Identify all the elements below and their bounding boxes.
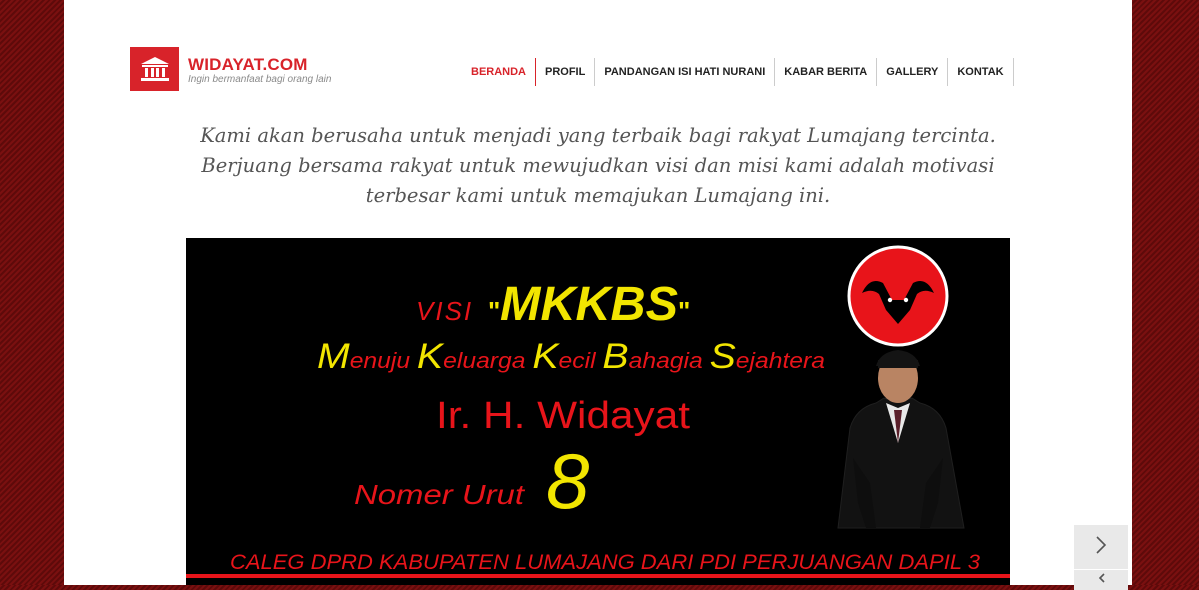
visi-word: MKKBS	[500, 278, 678, 331]
candidate-portrait	[837, 350, 965, 529]
nav-item-kabar-berita[interactable]: KABAR BERITA	[775, 58, 878, 86]
intro-line-1: Kami akan berusaha untuk menjadi yang te…	[200, 124, 996, 147]
candidate-name: Ir. H. Widayat	[436, 395, 690, 437]
chevron-right-icon	[1094, 535, 1108, 560]
hero-slider[interactable]: VISI " MKKBS " Menuju Keluarga Kecil Bah…	[186, 238, 1010, 585]
motto-line: Menuju Keluarga Kecil Bahagia Sejahtera	[317, 337, 825, 376]
main-nav: BERANDA PROFIL PANDANGAN ISI HATI NURANI…	[462, 58, 1014, 86]
chevron-left-icon	[1094, 570, 1108, 589]
intro-line-3: terbesar kami untuk memajukan Lumajang i…	[365, 184, 831, 207]
site-logo[interactable]: WIDAYAT.COM Ingin bermanfaat bagi orang …	[130, 47, 331, 91]
visi-close-quote: "	[678, 296, 690, 326]
intro-line-2: Berjuang bersama rakyat untuk mewujudkan…	[201, 154, 995, 177]
logo-tagline: Ingin bermanfaat bagi orang lain	[188, 73, 332, 85]
nav-item-kontak[interactable]: KONTAK	[948, 58, 1014, 86]
slider-next-button[interactable]	[1074, 525, 1128, 569]
banner-graphic: VISI " MKKBS " Menuju Keluarga Kecil Bah…	[186, 245, 1010, 578]
page-edge-right	[1134, 0, 1199, 585]
visi-label: VISI	[416, 296, 473, 326]
nav-item-pandangan[interactable]: PANDANGAN ISI HATI NURANI	[595, 58, 776, 86]
nav-item-beranda[interactable]: BERANDA	[462, 58, 536, 86]
bull-logo-icon	[847, 245, 949, 347]
page-container: WIDAYAT.COM Ingin bermanfaat bagi orang …	[64, 0, 1132, 590]
slider-prev-button[interactable]	[1074, 570, 1128, 590]
number-label: Nomer Urut	[354, 479, 525, 510]
banner-red-line	[186, 574, 1010, 578]
banner-bottom-text: CALEG DPRD KABUPATEN LUMAJANG DARI PDI P…	[230, 551, 980, 574]
nav-item-gallery[interactable]: GALLERY	[877, 58, 949, 86]
nav-item-profil[interactable]: PROFIL	[536, 58, 596, 86]
institution-icon	[130, 47, 179, 91]
intro-text: Kami akan berusaha untuk menjadi yang te…	[64, 121, 1132, 211]
ballot-number: 8	[546, 437, 589, 525]
visi-open-quote: "	[488, 296, 500, 326]
logo-title: WIDAYAT.COM	[188, 54, 308, 74]
